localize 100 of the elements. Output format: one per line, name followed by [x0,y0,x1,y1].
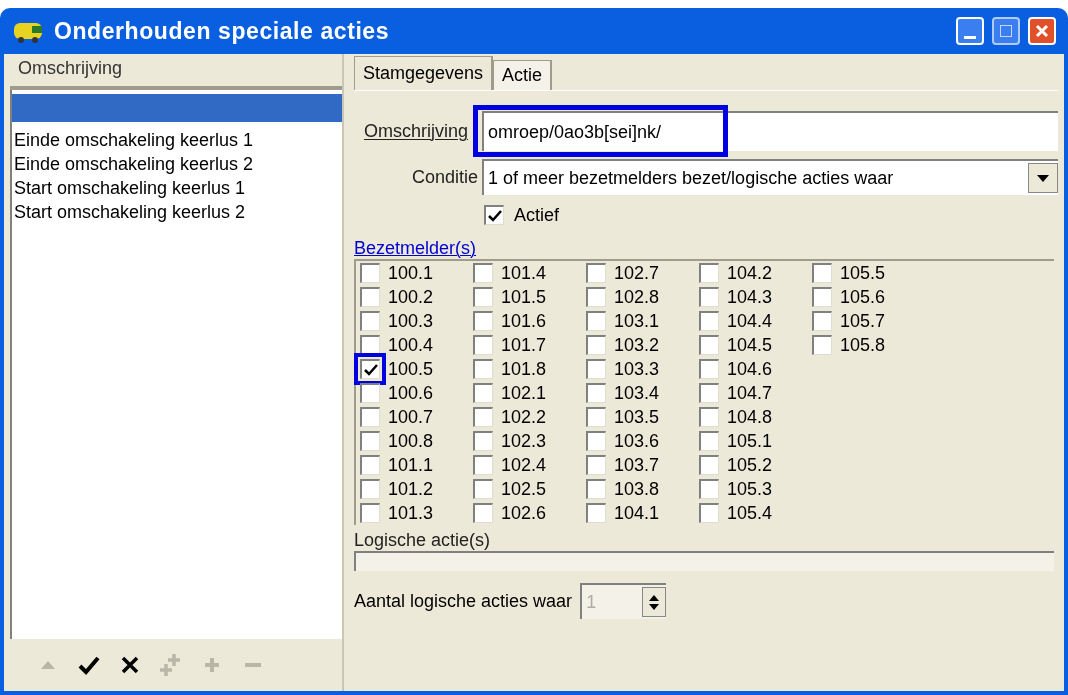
field-label: Conditie [410,165,478,189]
checkbox[interactable] [360,383,380,403]
checkbox[interactable] [699,503,719,523]
field-label: Omschrijving [362,119,468,143]
checkbox-label: 101.8 [500,358,547,380]
checkbox-label: 105.4 [726,502,773,524]
checkbox-label: 102.6 [500,502,547,524]
close-icon [1035,24,1049,38]
close-icon [121,656,139,674]
checkbox[interactable] [699,311,719,331]
checkbox[interactable] [473,335,493,355]
checkbox-label: 103.3 [613,358,660,380]
checkbox[interactable] [586,335,606,355]
checkbox[interactable] [360,263,380,283]
checkbox-label: 102.5 [500,478,547,500]
checkbox-label: 103.2 [613,334,660,356]
checkbox[interactable] [473,503,493,523]
checkbox[interactable] [699,263,719,283]
checkbox[interactable] [473,287,493,307]
checkbox-label: 104.8 [726,406,773,428]
checkbox-label: 101.5 [500,286,547,308]
checkbox[interactable] [473,359,493,379]
checkbox[interactable] [360,407,380,427]
checkbox[interactable] [473,263,493,283]
checkbox[interactable] [586,311,606,331]
checkbox-label: 104.7 [726,382,773,404]
checkbox-label: 104.3 [726,286,773,308]
checkbox[interactable] [360,503,380,523]
checkbox-label: 103.1 [613,310,660,332]
checkbox[interactable] [586,455,606,475]
checkbox[interactable] [586,263,606,283]
checkbox-label: 103.5 [613,406,660,428]
checkbox[interactable] [484,205,504,225]
checkbox[interactable] [473,455,493,475]
checkbox-label: 104.2 [726,262,773,284]
checkbox[interactable] [699,359,719,379]
dropdown-button[interactable] [1028,163,1058,193]
checkbox[interactable] [360,455,380,475]
down-arrow-icon [649,603,660,610]
close-button[interactable] [1028,17,1056,45]
input-field[interactable]: omroep/0ao3b[sei]nk/ [482,111,1058,151]
checkbox[interactable] [586,359,606,379]
dropdown[interactable]: 1 of meer bezetmelders bezet/logische acties waar [482,159,1058,195]
list-item[interactable]: Start omschakeling keerlus 2 [12,200,342,224]
group-label: Logische actie(s) [354,529,492,551]
checkbox-label: 104.4 [726,310,773,332]
tab[interactable]: Actie [493,60,553,90]
group-label: Bezetmelder(s) [354,237,478,259]
checkbox-label: 105.6 [839,286,886,308]
checkbox[interactable] [360,359,380,379]
checkbox[interactable] [699,407,719,427]
checkmark-icon [78,655,100,675]
checkbox[interactable] [586,431,606,451]
checkbox[interactable] [586,407,606,427]
checkbox-label: 104.1 [613,502,660,524]
checkbox[interactable] [812,335,832,355]
checkbox[interactable] [360,335,380,355]
checkbox-label: 103.7 [613,454,660,476]
checkbox[interactable] [812,287,832,307]
minus-icon [245,663,261,667]
checkbox-label: 100.1 [387,262,434,284]
checkbox-label: 100.5 [387,358,434,380]
maximize-button[interactable] [992,17,1020,45]
checkbox[interactable] [812,263,832,283]
checkbox-label: Actief [514,203,560,227]
tab[interactable]: Stamgegevens [354,56,494,90]
checkbox-label: 102.8 [613,286,660,308]
checkbox-label: 104.5 [726,334,773,356]
checkbox[interactable] [360,431,380,451]
minimize-button[interactable] [956,17,984,45]
window-title: Onderhouden speciale acties [54,16,391,46]
checkbox[interactable] [586,287,606,307]
checkbox-label: 100.6 [387,382,434,404]
checkbox[interactable] [699,479,719,499]
checkbox[interactable] [812,311,832,331]
list-item[interactable]: Einde omschakeling keerlus 2 [12,152,342,176]
checkbox[interactable] [586,479,606,499]
checkbox[interactable] [360,287,380,307]
list-item[interactable]: Start omschakeling keerlus 1 [12,176,342,200]
checkbox[interactable] [473,407,493,427]
checkbox[interactable] [586,503,606,523]
checkbox[interactable] [699,455,719,475]
checkbox-label: 105.5 [839,262,886,284]
checkbox[interactable] [699,431,719,451]
checkbox-label: 101.7 [500,334,547,356]
checkbox[interactable] [473,479,493,499]
checkbox[interactable] [699,287,719,307]
checkbox-label: 103.4 [613,382,660,404]
checkbox[interactable] [360,479,380,499]
checkbox-label: 104.6 [726,358,773,380]
checkbox[interactable] [699,335,719,355]
checkbox[interactable] [473,431,493,451]
checkbox[interactable] [699,383,719,403]
checkbox[interactable] [360,311,380,331]
checkbox[interactable] [473,311,493,331]
checkbox-label: 100.8 [387,430,434,452]
checkbox[interactable] [586,383,606,403]
list-item[interactable]: Einde omschakeling keerlus 1 [12,128,342,152]
checkbox[interactable] [473,383,493,403]
checkbox-label: 105.2 [726,454,773,476]
